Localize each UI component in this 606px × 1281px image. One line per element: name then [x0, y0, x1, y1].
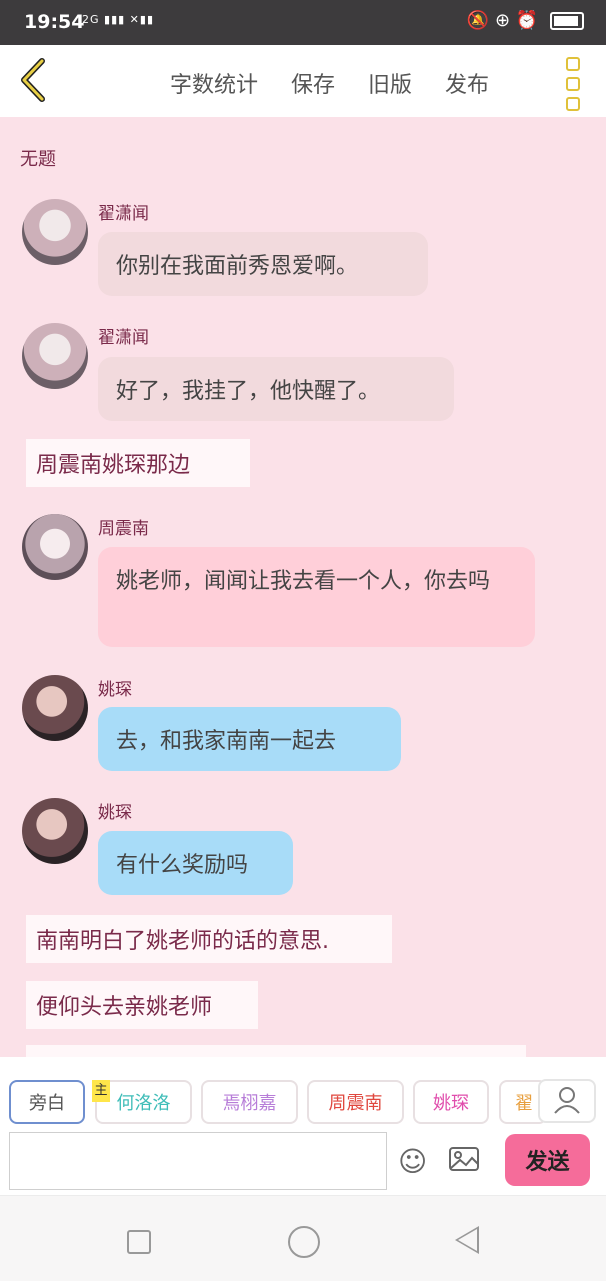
status-bar: 19:54 2G ▮▮▮ ✕▮▮ 🔕 ⊕ ⏰: [0, 0, 606, 45]
message-input[interactable]: [9, 1132, 387, 1190]
tab-yan-xujia[interactable]: 焉栩嘉: [201, 1080, 298, 1124]
system-nav-bar: [0, 1195, 606, 1281]
save-button[interactable]: 保存: [291, 73, 335, 98]
user-icon: [554, 1087, 580, 1114]
tab-narrator[interactable]: 旁白: [9, 1080, 85, 1124]
top-menu: 字数统计 保存 旧版 发布: [170, 67, 515, 99]
avatar[interactable]: [22, 323, 88, 389]
composer: ☺ 发送: [0, 1129, 606, 1195]
more-menu-icon[interactable]: [566, 57, 580, 117]
home-icon[interactable]: [288, 1226, 320, 1258]
tab-yao-chen[interactable]: 姚琛: [413, 1080, 489, 1124]
status-icons: 🔕 ⊕ ⏰: [467, 10, 584, 31]
status-time: 19:54: [24, 11, 85, 33]
narration-text[interactable]: 便仰头去亲姚老师: [26, 981, 258, 1029]
narration-text[interactable]: 南南明白了姚老师的话的意思.: [26, 915, 392, 963]
image-icon[interactable]: [448, 1145, 480, 1173]
sender-name: 姚琛: [98, 803, 132, 823]
narration-cut: [26, 1045, 526, 1057]
top-bar: 字数统计 保存 旧版 发布: [0, 45, 606, 117]
sender-name: 姚琛: [98, 680, 132, 700]
back-icon[interactable]: [455, 1226, 479, 1254]
old-version-button[interactable]: 旧版: [368, 73, 412, 98]
signal-icon: 2G ▮▮▮ ✕▮▮: [82, 13, 154, 26]
publish-button[interactable]: 发布: [445, 73, 489, 98]
battery-icon: [550, 12, 584, 30]
sender-name: 周震南: [98, 519, 149, 539]
avatar[interactable]: [22, 675, 88, 741]
recent-apps-icon[interactable]: [127, 1230, 151, 1254]
word-count-button[interactable]: 字数统计: [170, 73, 258, 98]
chat-area[interactable]: 无题 翟潇闻 你别在我面前秀恩爱啊。 翟潇闻 好了，我挂了，他快醒了。 周震南姚…: [0, 117, 606, 1057]
send-button[interactable]: 发送: [505, 1134, 590, 1186]
story-title: 无题: [20, 149, 56, 170]
tab-zhou-zhennan[interactable]: 周震南: [307, 1080, 404, 1124]
message-bubble[interactable]: 姚老师，闻闻让我去看一个人，你去吗: [98, 547, 535, 647]
sender-name: 翟潇闻: [98, 204, 149, 224]
avatar[interactable]: [22, 514, 88, 580]
emoji-icon[interactable]: ☺: [398, 1145, 427, 1178]
avatar[interactable]: [22, 798, 88, 864]
message-bubble[interactable]: 去，和我家南南一起去: [98, 707, 401, 771]
message-bubble[interactable]: 好了，我挂了，他快醒了。: [98, 357, 454, 421]
message-bubble[interactable]: 你别在我面前秀恩爱啊。: [98, 232, 428, 296]
status-right-icons: 🔕 ⊕ ⏰: [466, 10, 539, 31]
sender-name: 翟潇闻: [98, 328, 149, 348]
main-character-badge: 主: [92, 1080, 110, 1102]
character-tabs: 旁白 何洛洛 焉栩嘉 周震南 姚琛 翟: [0, 1057, 606, 1129]
avatar[interactable]: [22, 199, 88, 265]
add-character-button[interactable]: [538, 1079, 596, 1123]
message-bubble[interactable]: 有什么奖励吗: [98, 831, 293, 895]
back-chevron-icon[interactable]: [14, 55, 54, 105]
narration-text[interactable]: 周震南姚琛那边: [26, 439, 250, 487]
